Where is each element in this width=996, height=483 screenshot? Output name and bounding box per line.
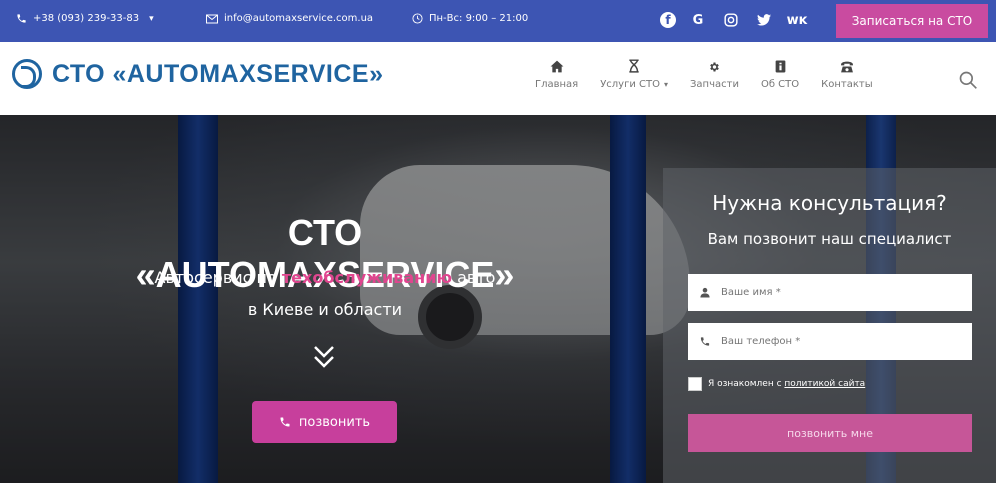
hero-subtitle: Автосервис по техобслуживанию авто bbox=[154, 268, 496, 287]
nav-item-home[interactable]: Главная bbox=[535, 56, 578, 90]
nav-item-label: Главная bbox=[535, 79, 579, 90]
info-icon bbox=[775, 56, 786, 73]
agree-text: Я ознакомлен с политикой сайта bbox=[708, 379, 866, 389]
nav-item-label: Об СТО bbox=[760, 79, 800, 90]
hero-subtitle-line2: в Киеве и области bbox=[247, 300, 403, 319]
phone-icon bbox=[17, 14, 26, 23]
nav-item-label: Контакты bbox=[821, 79, 873, 90]
top-bar: +38 (093) 239-33-83 ▾ info@automaxservic… bbox=[0, 0, 996, 42]
twitter-icon[interactable] bbox=[753, 9, 775, 31]
signup-button[interactable]: Записаться на СТО bbox=[836, 4, 988, 38]
form-title: Нужна консультация? bbox=[712, 191, 947, 215]
call-button[interactable]: позвонить bbox=[252, 401, 397, 443]
chevron-down-icon: ▾ bbox=[149, 13, 154, 24]
clock-icon bbox=[412, 13, 423, 24]
topbar-hours-text: Пн-Вс: 9:00 – 21:00 bbox=[429, 13, 529, 24]
name-field[interactable] bbox=[688, 274, 972, 311]
chevron-down-icon: ▾ bbox=[664, 80, 669, 89]
nav-item-label: Запчасти bbox=[690, 79, 739, 90]
double-chevron-down-icon[interactable] bbox=[309, 342, 339, 372]
name-input[interactable] bbox=[721, 287, 961, 298]
main-nav: Главная Услуги СТО ▾ Запчасти Об СТО Конт… bbox=[535, 56, 895, 90]
user-icon bbox=[700, 287, 710, 298]
nav-item-parts[interactable]: Запчасти bbox=[690, 56, 739, 90]
submit-button[interactable]: позвонить мне bbox=[688, 414, 972, 452]
form-subtitle: Вам позвонит наш специалист bbox=[707, 230, 952, 248]
agree-checkbox[interactable] bbox=[688, 377, 702, 391]
call-button-label: позвонить bbox=[298, 414, 371, 430]
nav-item-contacts[interactable]: Контакты bbox=[821, 56, 873, 90]
phone-input[interactable] bbox=[721, 336, 961, 347]
topbar-email[interactable]: info@automaxservice.com.ua bbox=[206, 13, 373, 24]
facebook-icon[interactable]: f bbox=[660, 12, 676, 28]
site-header: СТО «AUTOMAXSERVICE» Главная Услуги СТО ▾… bbox=[0, 42, 996, 115]
social-links: f G ᴡĸ bbox=[660, 9, 808, 31]
gear-icon bbox=[708, 56, 720, 73]
logo-text: СТО «AUTOMAXSERVICE» bbox=[52, 59, 384, 88]
phone-icon bbox=[840, 56, 854, 73]
search-icon[interactable] bbox=[958, 70, 978, 90]
logo-icon bbox=[12, 59, 42, 89]
hero-subtitle-accent: техобслуживанию bbox=[281, 268, 452, 287]
topbar-phone-text: +38 (093) 239-33-83 bbox=[33, 13, 140, 24]
phone-field[interactable] bbox=[688, 323, 972, 360]
google-icon[interactable]: G bbox=[687, 9, 709, 31]
instagram-icon[interactable] bbox=[720, 9, 742, 31]
topbar-email-text: info@automaxservice.com.ua bbox=[224, 13, 374, 24]
hero-section: СТО «AUTOMAXSERVICE» Автосервис по техоб… bbox=[0, 115, 996, 483]
logo[interactable]: СТО «AUTOMAXSERVICE» bbox=[12, 59, 384, 89]
agree-checkbox-row: Я ознакомлен с политикой сайта bbox=[688, 377, 865, 391]
topbar-phone[interactable]: +38 (093) 239-33-83 ▾ bbox=[16, 13, 154, 24]
services-icon bbox=[628, 56, 640, 73]
nav-item-about[interactable]: Об СТО bbox=[761, 56, 799, 90]
policy-link[interactable]: политикой сайта bbox=[784, 379, 865, 389]
home-icon bbox=[550, 56, 564, 73]
nav-item-label: Услуги СТО ▾ bbox=[600, 79, 669, 90]
nav-item-services[interactable]: Услуги СТО ▾ bbox=[600, 56, 668, 90]
topbar-hours: Пн-Вс: 9:00 – 21:00 bbox=[412, 13, 528, 24]
mail-icon bbox=[206, 14, 218, 23]
consultation-form: Нужна консультация? Вам позвонит наш спе… bbox=[663, 168, 996, 483]
vk-icon[interactable]: ᴡĸ bbox=[786, 9, 808, 31]
phone-icon bbox=[280, 417, 290, 427]
phone-icon bbox=[700, 337, 710, 346]
